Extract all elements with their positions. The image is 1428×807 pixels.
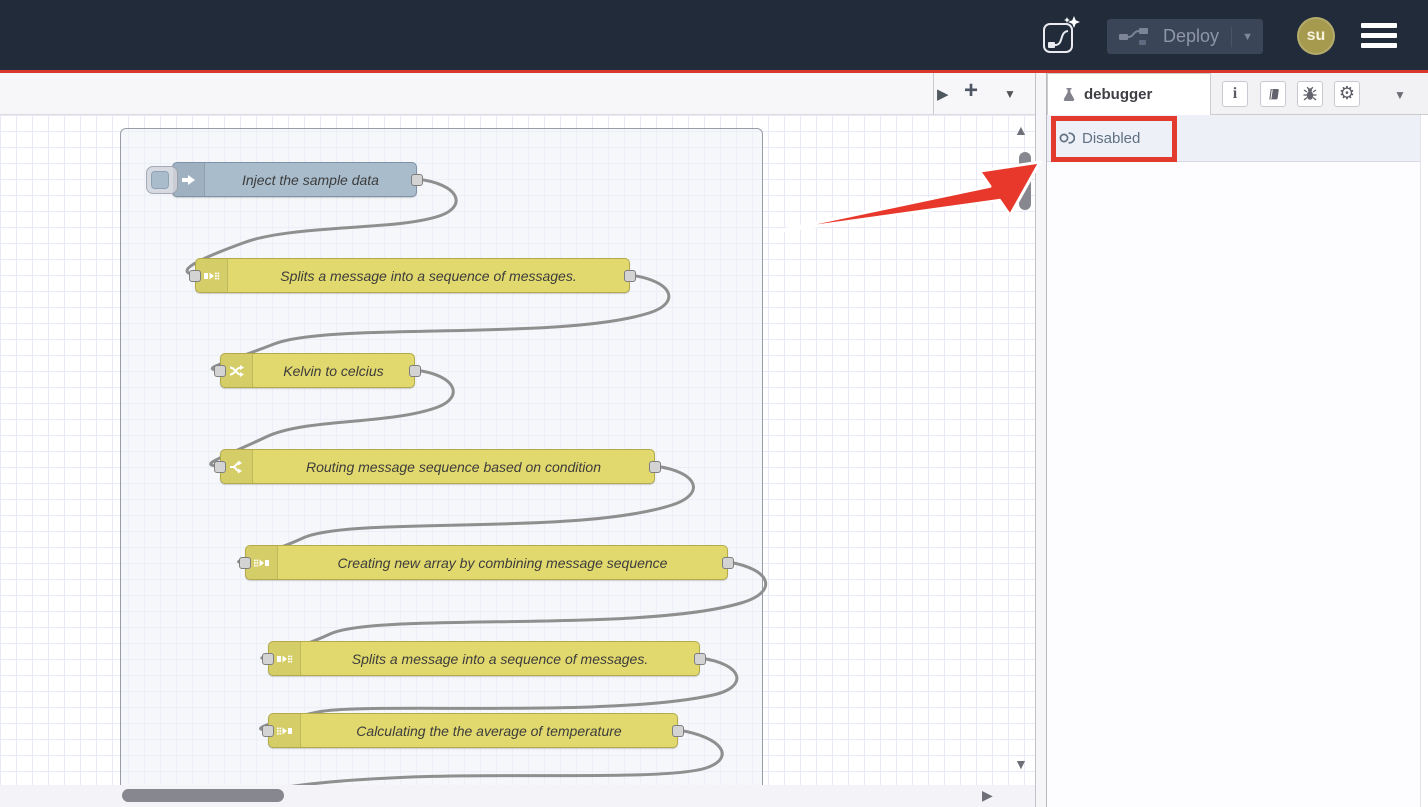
debugger-panel-content — [1047, 162, 1420, 807]
sidebar-splitter[interactable] — [1035, 73, 1047, 807]
output-port[interactable] — [694, 653, 706, 665]
canvas-hscrollbar: ▶ — [0, 785, 1035, 807]
node-label: Kelvin to celcius — [253, 354, 414, 387]
bug-icon — [1302, 86, 1318, 102]
output-port[interactable] — [649, 461, 661, 473]
toggle-off-icon — [1059, 131, 1075, 145]
input-port[interactable] — [189, 270, 201, 282]
input-port[interactable] — [262, 725, 274, 737]
node-split-1[interactable]: Splits a message into a sequence of mess… — [195, 258, 630, 293]
settings-button[interactable]: ⚙ — [1334, 81, 1360, 107]
input-port[interactable] — [262, 653, 274, 665]
inject-icon — [173, 163, 205, 196]
avatar-initials: su — [1307, 27, 1326, 45]
sidebar: debugger i — [1047, 73, 1428, 807]
canvas-scroll-down-icon[interactable]: ▼ — [1014, 756, 1028, 772]
canvas-scroll-right-icon[interactable]: ▶ — [982, 787, 993, 804]
canvas-vscroll-thumb[interactable] — [1019, 152, 1031, 210]
debugger-toolbar: Disabled — [1047, 115, 1420, 162]
app-header: Deploy ▼ su — [0, 0, 1428, 73]
node-join-1[interactable]: Creating new array by combining message … — [245, 545, 728, 580]
deploy-icon — [1119, 28, 1149, 46]
input-port[interactable] — [214, 461, 226, 473]
output-port[interactable] — [672, 725, 684, 737]
output-port[interactable] — [409, 365, 421, 377]
output-port[interactable] — [722, 557, 734, 569]
input-port[interactable] — [214, 365, 226, 377]
debugger-disabled-toggle[interactable]: Disabled — [1059, 124, 1140, 152]
deploy-button[interactable]: Deploy ▼ — [1107, 19, 1263, 54]
sidebar-tabrow: debugger i — [1047, 73, 1428, 115]
output-port[interactable] — [624, 270, 636, 282]
flow-tabbar: ▶ + ▼ — [0, 73, 1035, 115]
node-label: Inject the sample data — [205, 163, 416, 196]
node-change[interactable]: Kelvin to celcius — [220, 353, 415, 388]
book-icon — [1266, 87, 1281, 102]
node-join-2[interactable]: Calculating the the average of temperatu… — [268, 713, 678, 748]
node-label: Calculating the the average of temperatu… — [301, 714, 677, 747]
node-label: Creating new array by combining message … — [278, 546, 727, 579]
user-avatar[interactable]: su — [1297, 17, 1335, 55]
info-icon: i — [1233, 85, 1237, 103]
debug-button[interactable] — [1297, 81, 1323, 107]
flask-icon — [1062, 87, 1076, 103]
node-label: Routing message sequence based on condit… — [253, 450, 654, 483]
main-menu-icon[interactable] — [1361, 23, 1397, 50]
disabled-label: Disabled — [1082, 130, 1140, 147]
info-button[interactable]: i — [1222, 81, 1248, 107]
node-switch[interactable]: Routing message sequence based on condit… — [220, 449, 655, 484]
flow-list-caret-icon[interactable]: ▼ — [1004, 87, 1016, 101]
node-label: Splits a message into a sequence of mess… — [301, 642, 699, 675]
sidebar-scroll-track — [1420, 115, 1421, 807]
deploy-label: Deploy — [1163, 26, 1219, 47]
input-port[interactable] — [239, 557, 251, 569]
flow-assistant-icon[interactable] — [1041, 15, 1081, 57]
node-split-2[interactable]: Splits a message into a sequence of mess… — [268, 641, 700, 676]
node-inject[interactable]: Inject the sample data — [172, 162, 417, 197]
node-label: Splits a message into a sequence of mess… — [228, 259, 629, 292]
flow-canvas[interactable]: Inject the sample data Splits a message … — [0, 115, 1035, 785]
tab-debugger[interactable]: debugger — [1047, 73, 1211, 115]
toolbar-separator — [1172, 125, 1173, 151]
output-port[interactable] — [411, 174, 423, 186]
canvas-hscroll-thumb[interactable] — [122, 789, 284, 802]
tabbar-separator — [933, 73, 934, 115]
canvas-scroll-up-icon[interactable]: ▲ — [1014, 122, 1028, 138]
scroll-tabs-right-icon[interactable]: ▶ — [937, 85, 949, 103]
add-flow-button[interactable]: + — [964, 77, 978, 105]
sidebar-collapse-icon[interactable]: ▼ — [1394, 88, 1406, 102]
docs-button[interactable] — [1260, 81, 1286, 107]
tab-debugger-label: debugger — [1084, 86, 1152, 103]
gear-icon: ⚙ — [1339, 85, 1355, 103]
deploy-options-caret-icon[interactable]: ▼ — [1231, 27, 1253, 47]
